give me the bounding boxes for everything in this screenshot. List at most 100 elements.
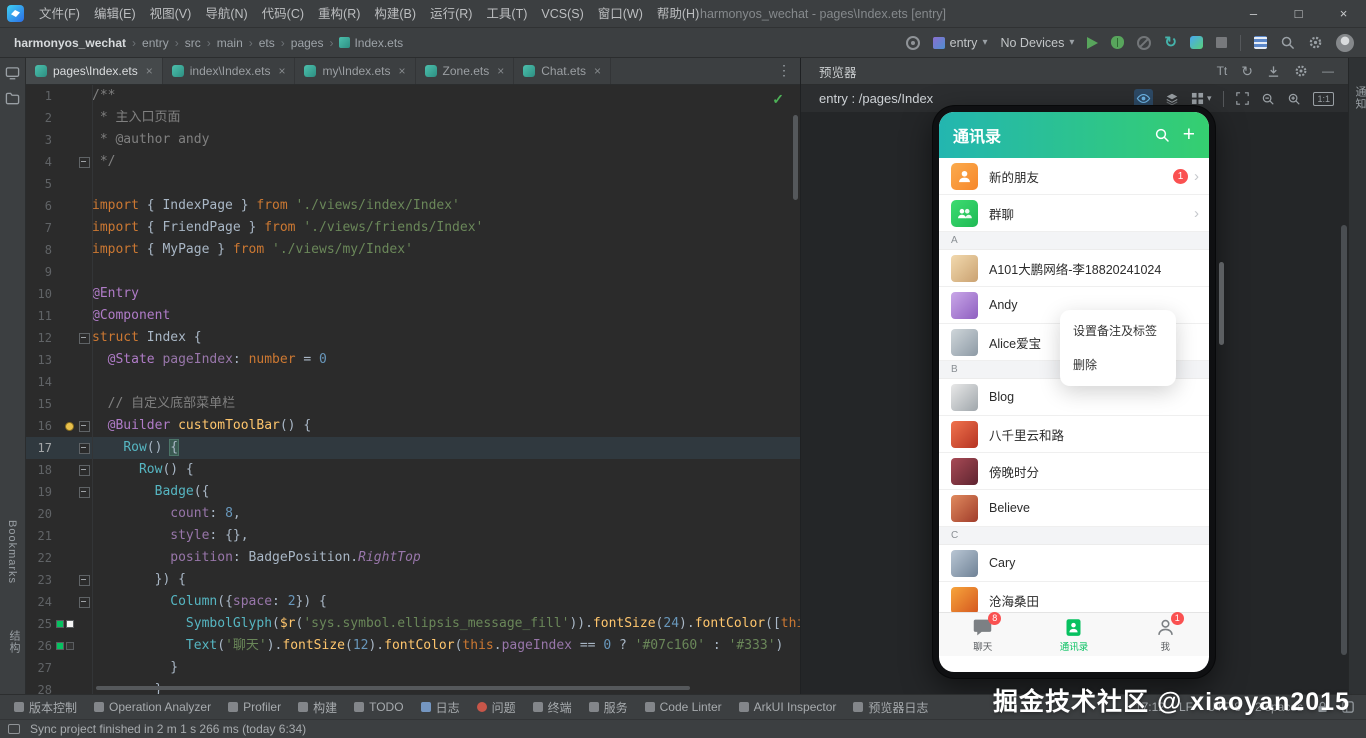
fold-marker[interactable] — [76, 327, 92, 349]
code-line[interactable]: 27 } — [26, 657, 800, 679]
fold-marker[interactable] — [76, 591, 92, 613]
editor-tab[interactable]: index\Index.ets × — [163, 58, 296, 84]
menu-item[interactable]: 窗口(W) — [591, 0, 650, 28]
code-line[interactable]: 10 @Entry — [26, 283, 800, 305]
breadcrumb-item[interactable]: entry — [140, 36, 171, 50]
editor-tab[interactable]: Zone.ets × — [416, 58, 515, 84]
code-line[interactable]: 3 * @author andy — [26, 129, 800, 151]
fold-marker[interactable] — [76, 151, 92, 173]
code-line[interactable]: 14 — [26, 371, 800, 393]
code-line[interactable]: 20 count: 8, — [26, 503, 800, 525]
code-line[interactable]: 7 import { FriendPage } from './views/fri… — [26, 217, 800, 239]
code-line[interactable]: 26 Text('聊天').fontSize(12).fontColor(thi… — [26, 635, 800, 657]
hide-panel-icon[interactable]: — — [1322, 64, 1334, 78]
menu-item[interactable]: VCS(S) — [534, 0, 590, 28]
toolwindow-button[interactable]: 日志 — [420, 699, 460, 716]
toolwindow-button[interactable]: 服务 — [588, 699, 628, 716]
attach-debugger-icon[interactable] — [1137, 35, 1152, 50]
debug-button[interactable] — [1111, 36, 1125, 49]
color-swatch[interactable] — [56, 642, 64, 650]
minimize-button[interactable]: – — [1231, 0, 1276, 28]
fold-marker[interactable] — [76, 415, 92, 437]
editor-tab[interactable]: pages\Index.ets × — [26, 58, 163, 84]
breadcrumb-item[interactable]: src — [183, 36, 203, 50]
intention-bulb-icon[interactable] — [65, 421, 74, 431]
toolwindow-button[interactable]: Code Linter — [644, 700, 722, 714]
fold-marker[interactable] — [76, 437, 92, 459]
fold-marker[interactable] — [76, 569, 92, 591]
breadcrumb-item[interactable]: ets — [257, 36, 277, 50]
search-icon[interactable] — [1154, 127, 1170, 143]
color-swatch[interactable] — [66, 642, 74, 650]
code-line[interactable]: 6 import { IndexPage } from './views/inde… — [26, 195, 800, 217]
code-line[interactable]: 21 style: {}, — [26, 525, 800, 547]
toolwindow-button[interactable]: 版本控制 — [14, 699, 77, 716]
breadcrumb-item[interactable]: main — [215, 36, 245, 50]
settings-gear-icon[interactable] — [1294, 64, 1308, 78]
frame-select-icon[interactable] — [1236, 92, 1250, 105]
close-icon[interactable]: × — [399, 64, 406, 78]
contact-row[interactable]: Believe — [939, 490, 1209, 527]
zoom-in-icon[interactable] — [1287, 92, 1301, 106]
toolwindow-button[interactable]: ArkUI Inspector — [738, 700, 836, 714]
project-toolwindow-icon[interactable] — [5, 66, 20, 81]
code-line[interactable]: 13 @State pageIndex: number = 0 — [26, 349, 800, 371]
contact-row[interactable]: 沧海桑田 — [939, 582, 1209, 614]
breadcrumb-item[interactable]: Index.ets — [337, 36, 405, 50]
toolwindow-button[interactable]: TODO — [354, 700, 404, 714]
code-editor[interactable]: 1/** 2 * 主入口页面 3 * @author andy 4 */5 6 impor… — [26, 85, 800, 694]
project-structure-icon[interactable] — [1254, 36, 1267, 49]
code-line[interactable]: 8 import { MyPage } from './views/my/Inde… — [26, 239, 800, 261]
code-line[interactable]: 24 Column({space: 2}) { — [26, 591, 800, 613]
menu-item[interactable]: 运行(R) — [423, 0, 479, 28]
code-line[interactable]: 22 position: BadgePosition.RightTop — [26, 547, 800, 569]
context-menu-item[interactable]: 设置备注及标签 — [1060, 314, 1176, 348]
code-line[interactable]: 18 Row() { — [26, 459, 800, 481]
contact-row[interactable]: Cary — [939, 545, 1209, 582]
preview-panel-scrollbar[interactable] — [1341, 225, 1347, 655]
code-line[interactable]: 15 // 自定义底部菜单栏 — [26, 393, 800, 415]
menu-item[interactable]: 导航(N) — [198, 0, 254, 28]
profiler-icon[interactable] — [1190, 36, 1203, 49]
menu-item[interactable]: 代码(C) — [255, 0, 311, 28]
stop-button[interactable] — [1216, 37, 1227, 48]
list-item[interactable]: 新的朋友 1 › — [939, 158, 1209, 195]
structure-toolwindow-button[interactable]: 结构 — [6, 630, 22, 654]
toolwindow-button[interactable]: Profiler — [228, 700, 281, 714]
code-line[interactable]: 11 @Component — [26, 305, 800, 327]
account-avatar[interactable] — [1336, 33, 1354, 52]
menu-item[interactable]: 文件(F) — [32, 0, 87, 28]
editor-vertical-scrollbar[interactable] — [793, 115, 798, 200]
attach-device-icon[interactable] — [905, 35, 920, 50]
sync-project-icon[interactable]: ↻ — [1164, 35, 1177, 50]
font-scale-icon[interactable]: Tt — [1217, 64, 1228, 78]
close-icon[interactable]: × — [594, 64, 601, 78]
code-line[interactable]: 1 /** — [26, 85, 800, 107]
bookmarks-toolwindow-button[interactable]: Bookmarks — [6, 520, 18, 584]
toolwindow-button[interactable]: 构建 — [298, 699, 337, 716]
contact-row[interactable]: 八千里云和路 — [939, 416, 1209, 453]
contact-row[interactable]: A101大鹏网络-李18820241024 — [939, 250, 1209, 287]
close-button[interactable]: × — [1321, 0, 1366, 28]
fold-marker[interactable] — [76, 481, 92, 503]
fold-marker[interactable] — [76, 459, 92, 481]
menu-item[interactable]: 重构(R) — [311, 0, 367, 28]
editor-tab[interactable]: my\Index.ets × — [295, 58, 416, 84]
code-line[interactable]: 2 * 主入口页面 — [26, 107, 800, 129]
menu-item[interactable]: 编辑(E) — [87, 0, 143, 28]
maximize-button[interactable]: □ — [1276, 0, 1321, 28]
menu-item[interactable]: 工具(T) — [479, 0, 534, 28]
grid-view-icon[interactable]: ▾ — [1191, 92, 1211, 105]
phone-tab-item[interactable]: 1我 — [1155, 611, 1184, 653]
close-icon[interactable]: × — [278, 64, 285, 78]
tab-options-icon[interactable]: ⋮ — [777, 62, 792, 79]
code-line[interactable]: 17 Row() { — [26, 437, 800, 459]
color-swatch[interactable] — [66, 620, 74, 628]
dock-panel-icon[interactable] — [1267, 65, 1280, 78]
menu-item[interactable]: 视图(V) — [143, 0, 199, 28]
list-item[interactable]: 群聊 › — [939, 195, 1209, 232]
code-line[interactable]: 23 }) { — [26, 569, 800, 591]
notifications-toolwindow-button[interactable]: 通知 — [1352, 86, 1366, 110]
settings-gear-icon[interactable] — [1308, 35, 1323, 50]
actual-size-icon[interactable]: 1:1 — [1313, 91, 1334, 106]
